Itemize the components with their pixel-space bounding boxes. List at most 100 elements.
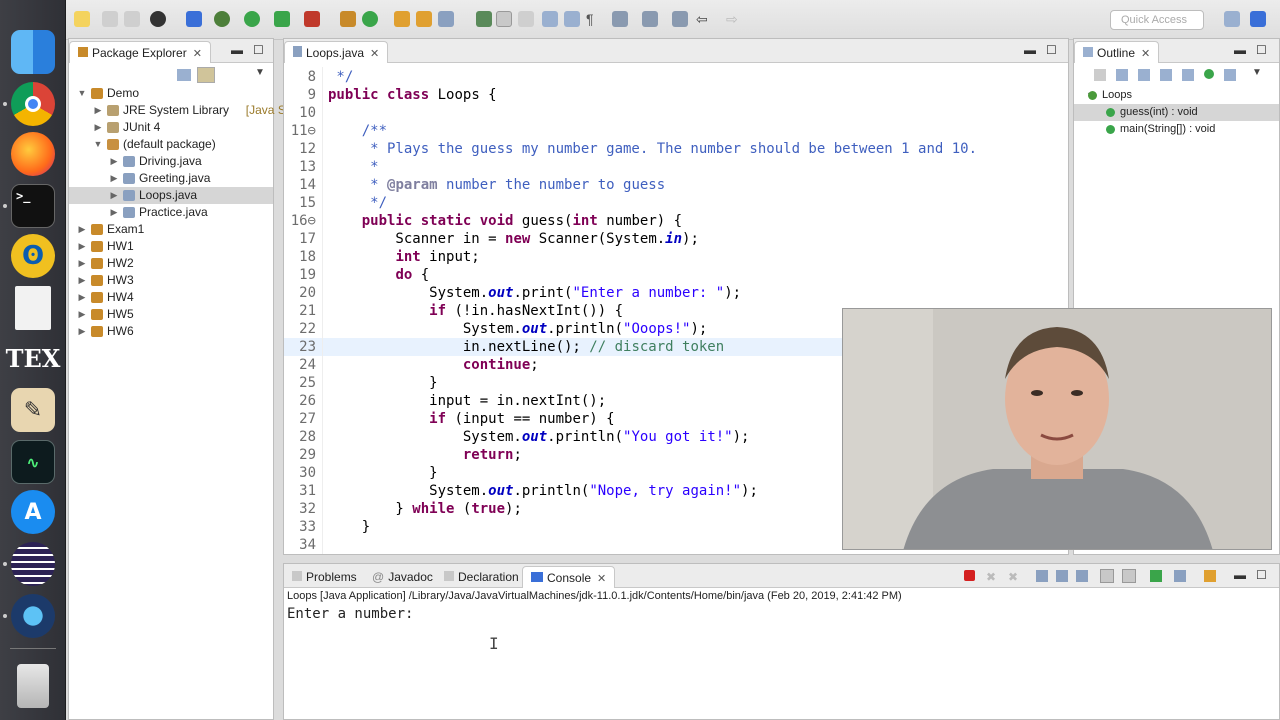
code-line[interactable]: 17 Scanner in = new Scanner(System.in); [284, 230, 1068, 248]
remove-launch-icon[interactable]: ✖ [986, 570, 996, 584]
chevron-right-icon[interactable]: ▶ [109, 204, 119, 221]
hide-static-icon[interactable] [1160, 69, 1172, 81]
chevron-right-icon[interactable]: ▶ [77, 272, 87, 289]
chevron-right-icon[interactable]: ▶ [93, 119, 103, 136]
display-console-icon[interactable] [1174, 570, 1186, 582]
word-wrap-icon[interactable] [1076, 570, 1088, 582]
skip-breakpoints-icon[interactable] [186, 11, 202, 27]
prev-annotation-icon[interactable] [642, 11, 658, 27]
code-line[interactable]: 11⊖ /** [284, 122, 1068, 140]
document-icon[interactable] [15, 286, 51, 330]
open-type-icon[interactable] [394, 11, 410, 27]
toggle-block-icon[interactable] [518, 11, 534, 27]
tree-item[interactable]: ▶ Exam1 [69, 221, 273, 238]
code-line[interactable]: 16⊖ public static void guess(int number)… [284, 212, 1068, 230]
code-line[interactable]: 9 public class Loops { [284, 86, 1068, 104]
code-line[interactable]: 18 int input; [284, 248, 1068, 266]
tree-item[interactable]: ▶ Greeting.java [69, 170, 273, 187]
pin-console-icon[interactable] [1150, 570, 1162, 582]
tab-problems[interactable]: Problems [284, 566, 365, 588]
finder-icon[interactable] [11, 30, 55, 74]
tree-item[interactable]: ▶ Practice.java [69, 204, 273, 221]
outline-method[interactable]: guess(int) : void [1074, 104, 1279, 121]
tree-item[interactable]: ▶ JRE System Library [Java SE [69, 102, 294, 119]
chrome-icon[interactable] [11, 82, 55, 126]
close-icon[interactable]: ✕ [370, 48, 379, 60]
new-file-icon[interactable] [74, 11, 90, 27]
scroll-lock-icon[interactable] [1056, 570, 1068, 582]
tree-item[interactable]: ▼ Demo [69, 85, 273, 102]
clear-console-icon[interactable] [1036, 570, 1048, 582]
quicktime-icon[interactable] [11, 594, 55, 638]
tree-item[interactable]: ▶ HW3 [69, 272, 273, 289]
trash-icon[interactable] [17, 664, 49, 708]
outline-class[interactable]: ▼Loops [1074, 87, 1279, 104]
tree-item[interactable]: ▶ Loops.java [69, 187, 273, 204]
code-line[interactable]: 20 System.out.print("Enter a number: "); [284, 284, 1068, 302]
console-output[interactable]: Enter a number: [287, 606, 413, 622]
chevron-right-icon[interactable]: ▶ [77, 289, 87, 306]
public-filter-icon[interactable] [1204, 69, 1214, 79]
tree-item[interactable]: ▶ HW6 [69, 323, 273, 340]
code-line[interactable]: 13 * [284, 158, 1068, 176]
tree-item[interactable]: ▶ JUnit 4 [69, 119, 273, 136]
terminate-icon[interactable] [964, 570, 975, 581]
tree-item[interactable]: ▶ HW5 [69, 306, 273, 323]
firefox-icon[interactable] [11, 132, 55, 176]
hide-local-types-icon[interactable] [1224, 69, 1236, 81]
minimize-icon[interactable]: ▬ [1234, 43, 1246, 57]
show-whitespace-icon[interactable] [564, 11, 580, 27]
tree-item[interactable]: ▶ HW1 [69, 238, 273, 255]
chevron-right-icon[interactable]: ▶ [77, 221, 87, 238]
cyberduck-icon[interactable]: ʘ [11, 234, 55, 278]
quick-access-input[interactable]: Quick Access [1110, 10, 1204, 30]
collapse-all-icon[interactable] [177, 69, 191, 81]
tab-console[interactable]: Console ✕ [522, 566, 616, 588]
code-line[interactable]: 15 */ [284, 194, 1068, 212]
search-icon[interactable] [438, 11, 454, 27]
collapse-all-icon[interactable] [1116, 69, 1128, 81]
eclipse-icon[interactable] [11, 542, 55, 586]
last-edit-icon[interactable] [672, 11, 688, 27]
annotation-icon[interactable] [476, 11, 492, 27]
forward-icon[interactable]: ⇨ [726, 11, 742, 27]
toggle-breadcrumb-icon[interactable] [542, 11, 558, 27]
tree-item[interactable]: ▶ Driving.java [69, 153, 273, 170]
activity-monitor-icon[interactable]: ∿ [11, 440, 55, 484]
pdf-editor-icon[interactable]: ✎ [11, 388, 55, 432]
chevron-right-icon[interactable]: ▶ [77, 306, 87, 323]
maximize-icon[interactable]: ☐ [253, 43, 264, 57]
close-icon[interactable]: ✕ [1141, 48, 1150, 60]
open-console-icon[interactable] [1204, 570, 1216, 582]
new-class-icon[interactable] [362, 11, 378, 27]
chevron-right-icon[interactable]: ▶ [109, 153, 119, 170]
remove-all-icon[interactable]: ✖ [1008, 570, 1018, 584]
next-annotation-icon[interactable] [612, 11, 628, 27]
tab-loops-java[interactable]: Loops.java ✕ [284, 41, 389, 63]
chevron-right-icon[interactable]: ▶ [109, 170, 119, 187]
open-perspective-icon[interactable] [1224, 11, 1240, 27]
back-icon[interactable]: ⇦ [696, 11, 712, 27]
link-editor-icon[interactable] [197, 67, 215, 83]
run-icon[interactable] [244, 11, 260, 27]
external-tools-icon[interactable] [304, 11, 320, 27]
tab-package-explorer[interactable]: Package Explorer ✕ [69, 41, 211, 63]
chevron-down-icon[interactable]: ▼ [77, 85, 87, 102]
minimize-icon[interactable]: ▬ [1234, 568, 1246, 582]
hide-fields-icon[interactable] [1138, 69, 1150, 81]
code-line[interactable]: 12 * Plays the guess my number game. The… [284, 140, 1068, 158]
chevron-right-icon[interactable]: ▶ [77, 323, 87, 340]
settings-icon[interactable] [150, 11, 166, 27]
close-icon[interactable]: ✕ [193, 48, 202, 60]
maximize-icon[interactable]: ☐ [1256, 43, 1267, 57]
terminal-icon[interactable]: >_ [11, 184, 55, 228]
maximize-icon[interactable]: ☐ [1046, 43, 1057, 57]
tree-item[interactable]: ▼ (default package) [69, 136, 273, 153]
minimize-icon[interactable]: ▬ [231, 43, 243, 57]
code-line[interactable]: 10 [284, 104, 1068, 122]
code-line[interactable]: 19 do { [284, 266, 1068, 284]
sort-icon[interactable] [1094, 69, 1106, 81]
new-package-icon[interactable] [340, 11, 356, 27]
chevron-right-icon[interactable]: ▶ [93, 102, 103, 119]
tree-item[interactable]: ▶ HW4 [69, 289, 273, 306]
